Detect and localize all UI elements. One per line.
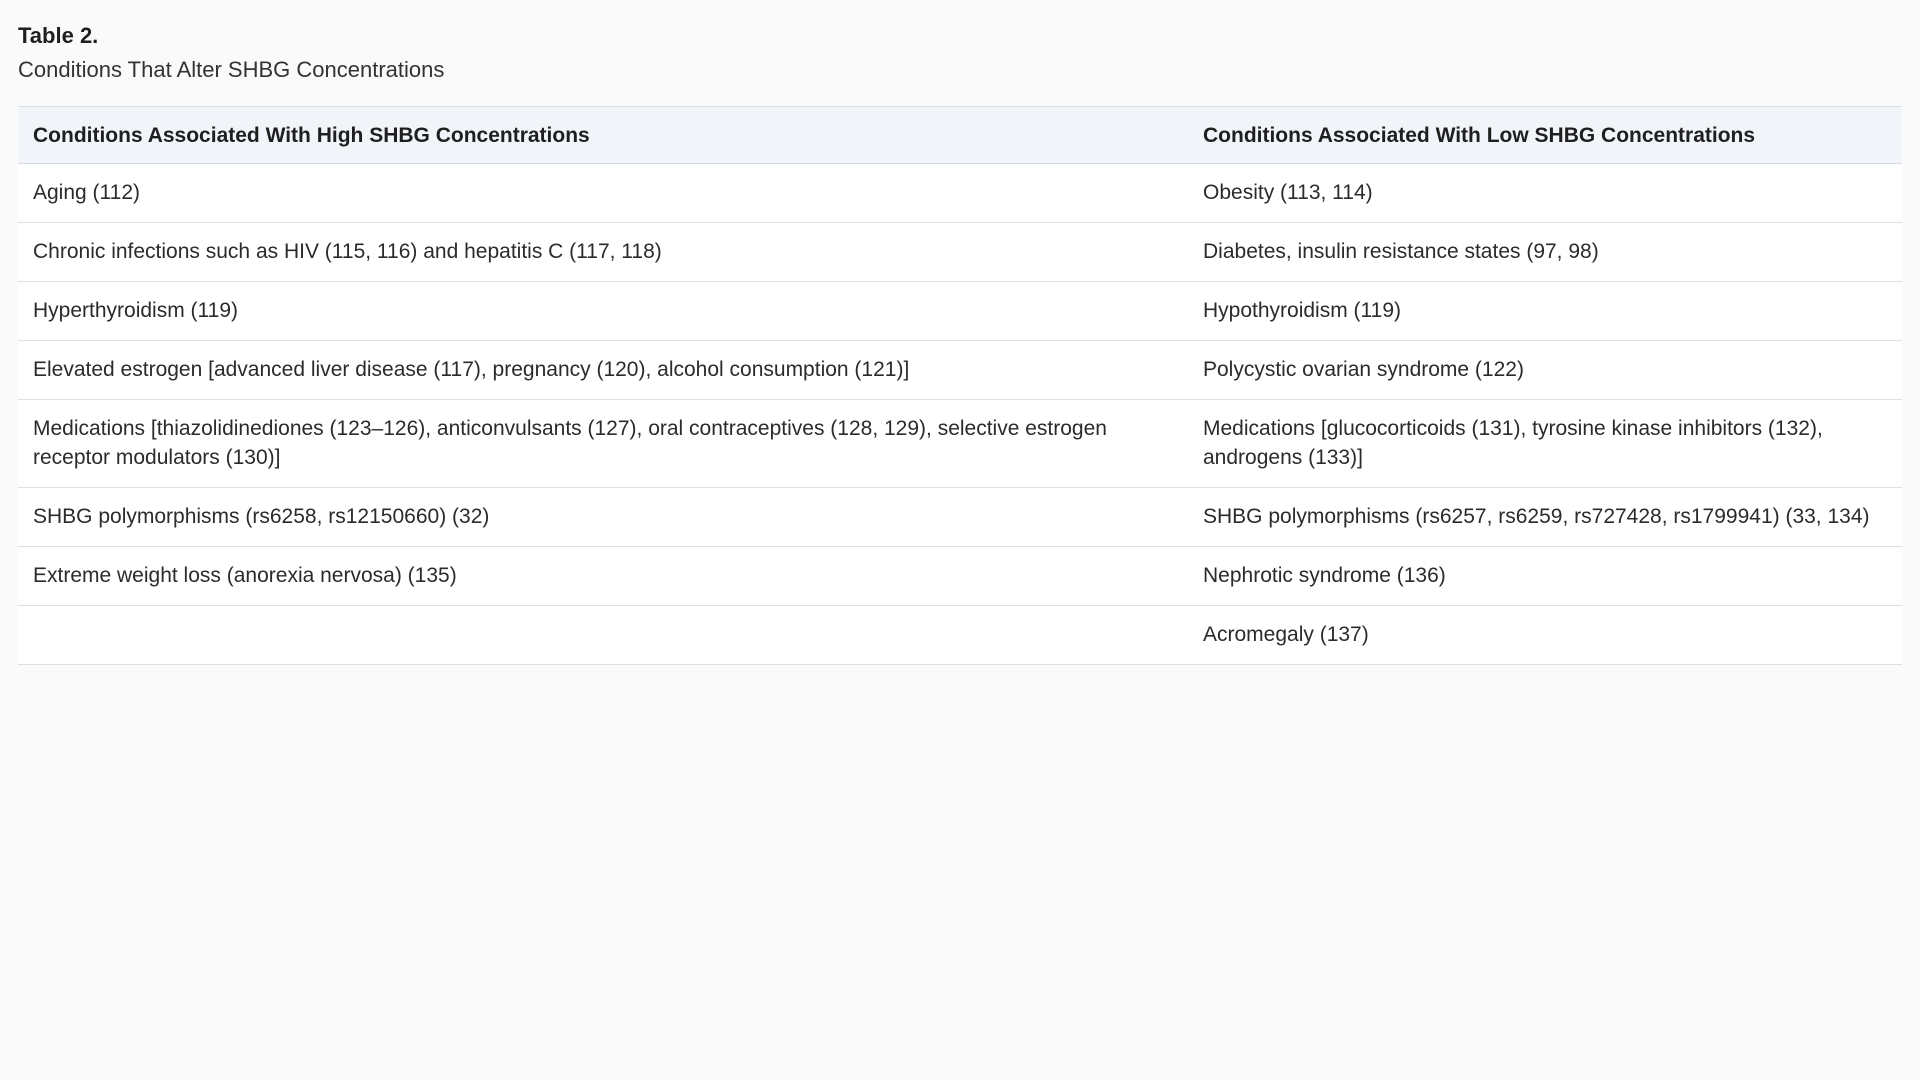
header-high-shbg: Conditions Associated With High SHBG Con…	[18, 106, 1188, 164]
table-row: Aging (112) Obesity (113, 114)	[18, 163, 1902, 223]
table-row: Elevated estrogen [advanced liver diseas…	[18, 340, 1902, 400]
cell-high: Hyperthyroidism (119)	[18, 281, 1188, 341]
cell-high: SHBG polymorphisms (rs6258, rs12150660) …	[18, 487, 1188, 547]
cell-low: Hypothyroidism (119)	[1188, 281, 1902, 341]
table-caption: Conditions That Alter SHBG Concentration…	[18, 57, 445, 82]
table-body: Aging (112) Obesity (113, 114) Chronic i…	[18, 163, 1902, 665]
table-row: Chronic infections such as HIV (115, 116…	[18, 222, 1902, 282]
cell-low: Nephrotic syndrome (136)	[1188, 546, 1902, 606]
cell-high: Medications [thiazolidinediones (123–126…	[18, 399, 1188, 488]
cell-high: Extreme weight loss (anorexia nervosa) (…	[18, 546, 1188, 606]
cell-low: Polycystic ovarian syndrome (122)	[1188, 340, 1902, 400]
shbg-conditions-table: Conditions Associated With High SHBG Con…	[18, 106, 1902, 665]
table-row: Extreme weight loss (anorexia nervosa) (…	[18, 546, 1902, 606]
table-row: SHBG polymorphisms (rs6258, rs12150660) …	[18, 487, 1902, 547]
cell-low: SHBG polymorphisms (rs6257, rs6259, rs72…	[1188, 487, 1902, 547]
table-row: Medications [thiazolidinediones (123–126…	[18, 399, 1902, 488]
cell-high: Chronic infections such as HIV (115, 116…	[18, 222, 1188, 282]
cell-low: Obesity (113, 114)	[1188, 163, 1902, 223]
header-row: Conditions Associated With High SHBG Con…	[18, 106, 1902, 164]
cell-low: Acromegaly (137)	[1188, 605, 1902, 665]
table-header: Conditions Associated With High SHBG Con…	[18, 106, 1902, 164]
header-low-shbg: Conditions Associated With Low SHBG Conc…	[1188, 106, 1902, 164]
cell-low: Medications [glucocorticoids (131), tyro…	[1188, 399, 1902, 488]
table-row: Acromegaly (137)	[18, 605, 1902, 665]
cell-high: Aging (112)	[18, 163, 1188, 223]
table-label: Table 2.	[18, 23, 99, 48]
table-container: Table 2. Conditions That Alter SHBG Conc…	[18, 20, 1902, 665]
cell-low: Diabetes, insulin resistance states (97,…	[1188, 222, 1902, 282]
table-row: Hyperthyroidism (119) Hypothyroidism (11…	[18, 281, 1902, 341]
cell-high	[18, 605, 1188, 665]
cell-high: Elevated estrogen [advanced liver diseas…	[18, 340, 1188, 400]
